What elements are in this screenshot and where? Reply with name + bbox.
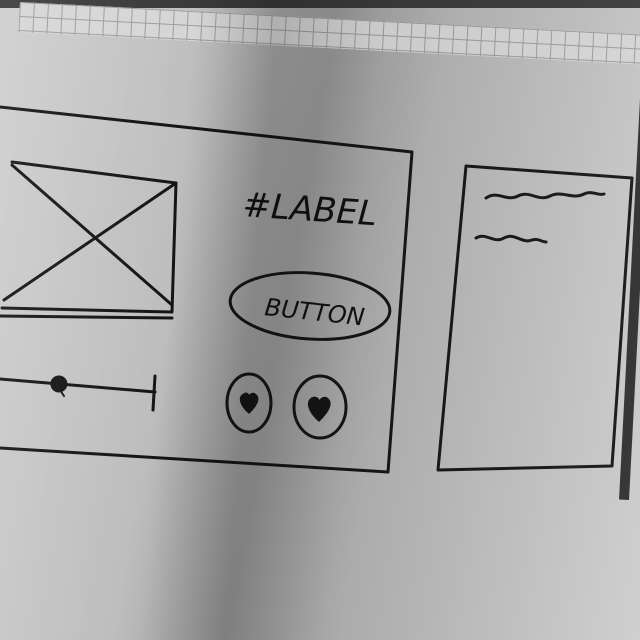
slider-knob [50,375,68,393]
slider[interactable] [0,374,157,412]
side-panel [436,164,634,472]
text-placeholder-line [474,234,548,244]
wireframe-sketch: #LABEL BUTTON [0,105,634,474]
heart-icon [239,392,259,414]
card-frame [0,105,414,474]
heart-icon [307,396,331,422]
heart-button-1[interactable] [225,372,273,434]
button[interactable]: BUTTON [228,267,392,344]
label-text: #LABEL [241,185,378,234]
heart-button-2[interactable] [292,374,348,440]
slider-track [0,377,157,394]
image-placeholder-icon [0,160,178,320]
button-label: BUTTON [263,293,366,331]
text-placeholder-line [484,191,606,200]
slider-end-tick [151,374,157,412]
